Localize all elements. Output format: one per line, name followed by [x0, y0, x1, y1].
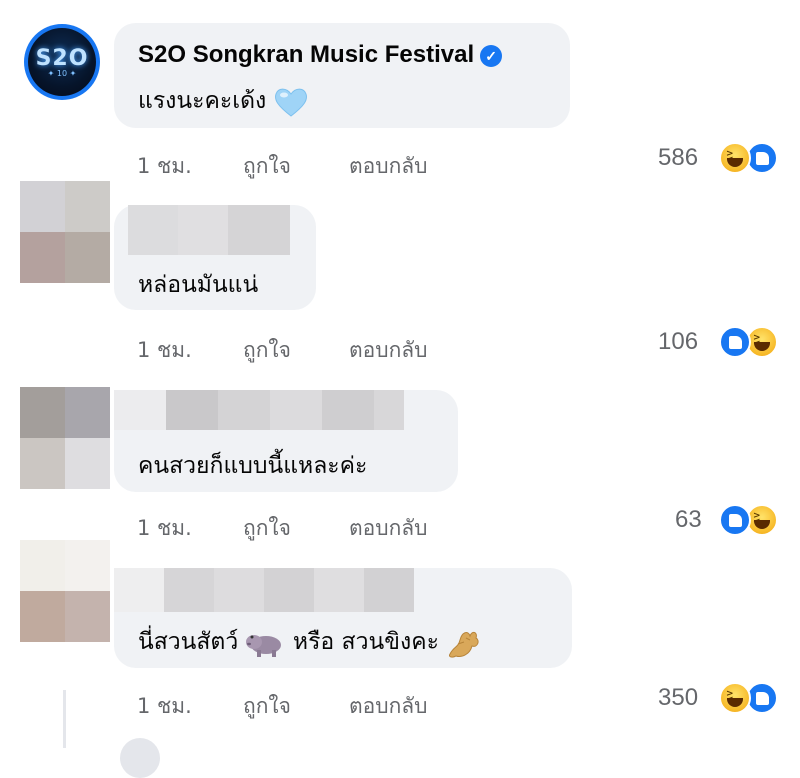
reaction-count: 106 [658, 328, 699, 355]
reply-button[interactable]: ตอบกลับ [349, 150, 428, 183]
s2o-logo: S2O ✦ 10 ✦ [28, 28, 96, 96]
reaction-summary[interactable]: 63 >< [655, 504, 785, 538]
avatar[interactable] [20, 387, 110, 489]
comment-bubble: คนสวยก็แบบนี้แหละค่ะ [114, 390, 458, 492]
verified-badge-icon: ✓ [480, 44, 503, 67]
like-reaction-icon [719, 326, 751, 358]
haha-reaction-icon: >< [719, 142, 751, 174]
hippo-icon [245, 634, 281, 657]
reaction-summary[interactable]: 106 >< [655, 326, 785, 360]
reaction-summary[interactable]: 350 >< [655, 682, 785, 716]
comment-bubble: หล่อนมันแน่ [114, 205, 316, 310]
haha-reaction-icon: >< [719, 682, 751, 714]
comment-time[interactable]: 1 ชม. [137, 690, 192, 723]
comment-author[interactable]: S2O Songkran Music Festival [138, 41, 474, 68]
light-blue-heart-icon [274, 88, 307, 117]
page-avatar[interactable]: S2O ✦ 10 ✦ [24, 24, 100, 100]
comment-author-blurred[interactable] [114, 568, 414, 612]
like-button[interactable]: ถูกใจ [243, 690, 291, 723]
logo-ornament: ✦ 10 ✦ [47, 69, 77, 78]
comment-text: หล่อนมันแน่ [138, 272, 259, 298]
comment-text-part: หรือ สวนขิงคะ [292, 629, 439, 655]
logo-text: S2O [35, 46, 89, 71]
comment-time[interactable]: 1 ชม. [137, 150, 192, 183]
reply-button[interactable]: ตอบกลับ [349, 334, 428, 367]
next-reply-avatar[interactable] [120, 738, 160, 778]
comment-text-part: นี่สวนสัตว์ [138, 629, 239, 655]
like-button[interactable]: ถูกใจ [243, 150, 291, 183]
comment-bubble: S2O Songkran Music Festival ✓ แรงนะคะเด้ง [114, 23, 570, 128]
ginger-icon [449, 631, 479, 658]
avatar[interactable] [20, 540, 110, 642]
reaction-count: 586 [658, 144, 699, 171]
comment-text: แรงนะคะเด้ง [138, 88, 267, 114]
like-reaction-icon [719, 504, 751, 536]
reaction-count: 63 [675, 506, 702, 533]
reply-thread-line [63, 690, 66, 748]
avatar[interactable] [20, 181, 110, 283]
comment-time[interactable]: 1 ชม. [137, 334, 192, 367]
comment-time[interactable]: 1 ชม. [137, 512, 192, 545]
like-button[interactable]: ถูกใจ [243, 334, 291, 367]
comment-author-blurred[interactable] [128, 205, 306, 255]
reaction-count: 350 [658, 684, 699, 711]
comment-author-blurred[interactable] [114, 390, 404, 430]
reply-button[interactable]: ตอบกลับ [349, 512, 428, 545]
reaction-summary[interactable]: 586 >< [655, 142, 785, 176]
comment-bubble: นี่สวนสัตว์ หรือ สวนขิงคะ [114, 568, 572, 668]
like-button[interactable]: ถูกใจ [243, 512, 291, 545]
reply-button[interactable]: ตอบกลับ [349, 690, 428, 723]
comment-text: คนสวยก็แบบนี้แหละค่ะ [138, 453, 368, 479]
